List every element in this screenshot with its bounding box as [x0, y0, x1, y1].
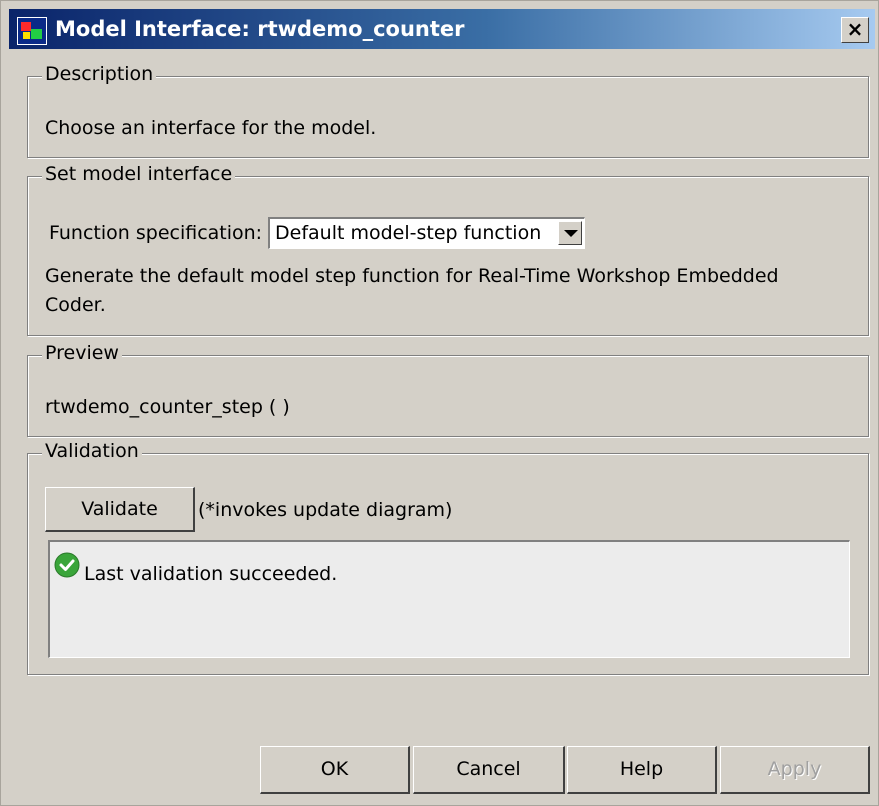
- set-interface-legend: Set model interface: [42, 163, 236, 185]
- preview-legend: Preview: [42, 342, 122, 364]
- help-button[interactable]: Help: [567, 746, 717, 794]
- title-bar[interactable]: Model Interface: rtwdemo_counter ×: [9, 9, 875, 49]
- validate-button[interactable]: Validate: [45, 487, 195, 532]
- set-model-interface-group: Set model interface Function specificati…: [27, 163, 869, 336]
- close-button[interactable]: ×: [841, 17, 869, 43]
- preview-text: rtwdemo_counter_step ( ): [45, 396, 290, 418]
- ok-button[interactable]: OK: [260, 746, 410, 794]
- function-spec-dropdown[interactable]: Default model-step function: [268, 217, 585, 249]
- simulink-app-icon: [17, 17, 47, 45]
- function-spec-help-line2: Coder.: [45, 294, 106, 316]
- validation-status-text: Last validation succeeded.: [84, 563, 338, 585]
- chevron-down-icon[interactable]: [558, 221, 582, 245]
- function-spec-help-line1: Generate the default model step function…: [45, 265, 779, 287]
- description-legend: Description: [42, 63, 157, 85]
- description-text: Choose an interface for the model.: [45, 117, 377, 139]
- cancel-button[interactable]: Cancel: [413, 746, 565, 794]
- apply-button[interactable]: Apply: [720, 746, 870, 794]
- success-check-icon: [54, 552, 80, 578]
- validate-note: (*invokes update diagram): [198, 499, 453, 521]
- description-group: Description Choose an interface for the …: [27, 63, 869, 158]
- validation-status-box: Last validation succeeded.: [48, 540, 850, 658]
- function-spec-value: Default model-step function: [275, 222, 542, 244]
- validation-legend: Validation: [42, 440, 142, 462]
- preview-group: Preview rtwdemo_counter_step ( ): [27, 342, 869, 437]
- validation-group: Validation Validate (*invokes update dia…: [27, 440, 869, 675]
- window-title: Model Interface: rtwdemo_counter: [55, 17, 465, 41]
- model-interface-dialog: Model Interface: rtwdemo_counter × Descr…: [0, 0, 879, 806]
- function-spec-label: Function specification:: [49, 222, 263, 244]
